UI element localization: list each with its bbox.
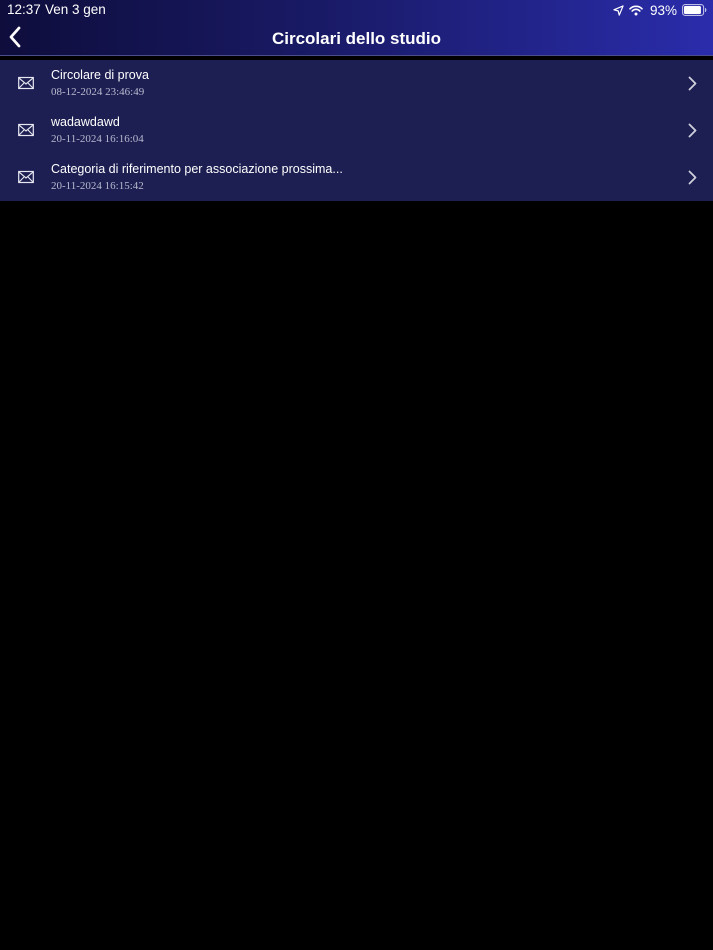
list-item[interactable]: Categoria di riferimento per associazion…: [0, 154, 713, 201]
envelope-icon: [18, 76, 34, 90]
list-item[interactable]: Circolare di prova 08-12-2024 23:46:49: [0, 60, 713, 107]
status-time: 12:37: [7, 2, 41, 17]
chevron-right-icon: [688, 123, 697, 138]
circolari-list: Circolare di prova 08-12-2024 23:46:49 w…: [0, 60, 713, 201]
list-item-title: Circolare di prova: [51, 68, 149, 82]
battery-icon: [682, 4, 707, 16]
list-item-title: wadawdawd: [51, 115, 120, 129]
wifi-icon: [629, 5, 643, 16]
list-item[interactable]: wadawdawd 20-11-2024 16:16:04: [0, 107, 713, 154]
envelope-icon: [18, 170, 34, 184]
chevron-right-icon: [688, 170, 697, 185]
list-item-title: Categoria di riferimento per associazion…: [51, 162, 343, 176]
chevron-right-icon: [688, 76, 697, 91]
battery-percentage: 93%: [649, 2, 677, 18]
status-date: Ven 3 gen: [45, 2, 106, 17]
page-title: Circolari dello studio: [271, 29, 442, 48]
envelope-icon: [18, 123, 34, 137]
header: 12:37 Ven 3 gen 93% Circolari dello stud…: [0, 0, 713, 56]
list-item-date: 20-11-2024 16:15:42: [51, 180, 144, 192]
status-indicators: 93%: [613, 2, 707, 18]
list-item-date: 08-12-2024 23:46:49: [51, 86, 145, 98]
list-item-date: 20-11-2024 16:16:04: [51, 133, 144, 145]
location-arrow-icon: [613, 4, 624, 16]
status-bar: 12:37 Ven 3 gen 93%: [0, 0, 713, 20]
